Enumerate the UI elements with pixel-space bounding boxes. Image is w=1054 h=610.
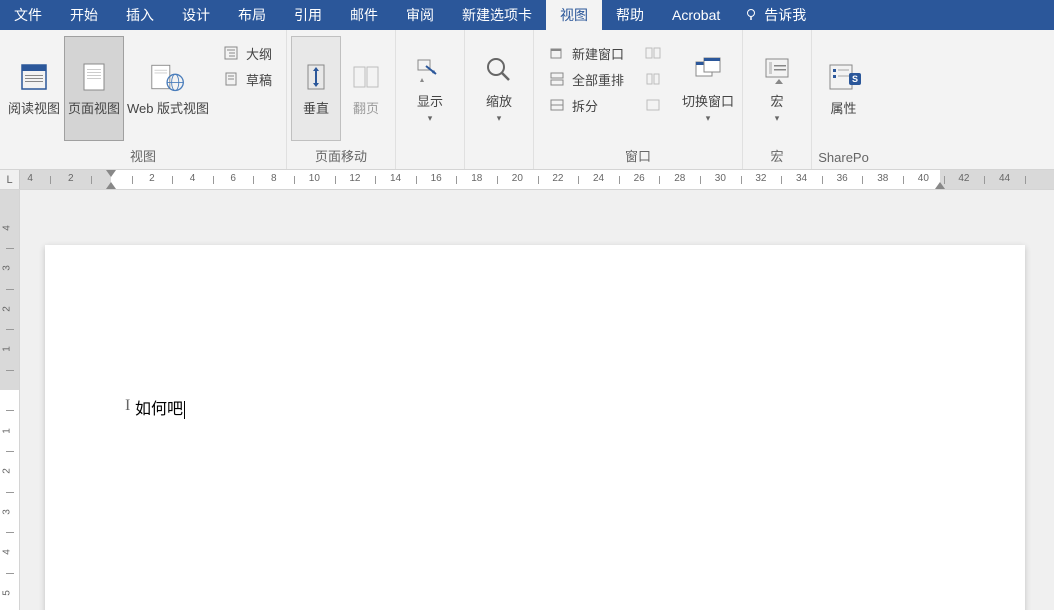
page-view-button[interactable]: 页面视图 xyxy=(64,36,124,141)
menu-mail[interactable]: 邮件 xyxy=(336,0,392,30)
macros-icon xyxy=(759,52,795,88)
macros-group-label: 宏 xyxy=(745,143,809,169)
new-window-icon xyxy=(548,44,566,62)
sync-icon xyxy=(644,70,662,88)
show-group-label xyxy=(398,147,462,169)
outline-icon xyxy=(222,44,240,62)
switch-window-icon xyxy=(690,52,726,88)
properties-icon: S xyxy=(826,59,862,95)
reset-pos-button xyxy=(638,92,674,118)
show-icon xyxy=(412,52,448,88)
ribbon-group-show: 显示 ▾ xyxy=(396,30,465,169)
tellme-label: 告诉我 xyxy=(764,0,806,30)
show-label: 显示 xyxy=(417,94,443,111)
sharepoint-group-label: SharePo xyxy=(814,147,873,169)
split-icon xyxy=(548,96,566,114)
read-view-button[interactable]: 阅读视图 xyxy=(4,36,64,141)
chevron-down-icon: ▾ xyxy=(497,113,502,125)
ribbon-group-zoom: 缩放 ▾ xyxy=(465,30,534,169)
page[interactable]: I 如何吧 xyxy=(45,245,1025,610)
reset-icon xyxy=(644,96,662,114)
outline-button[interactable]: 大纲 xyxy=(216,40,278,66)
chevron-down-icon: ▾ xyxy=(706,113,711,125)
document-text[interactable]: I 如何吧 xyxy=(135,395,935,419)
horizontal-ruler[interactable]: L 42246810121416182022242628303234363840… xyxy=(0,170,1054,190)
menu-layout[interactable]: 布局 xyxy=(224,0,280,30)
ribbon-group-sharepoint: S 属性 SharePo xyxy=(812,30,875,169)
flip-label: 翻页 xyxy=(353,101,379,118)
macros-label: 宏 xyxy=(771,94,784,111)
switch-window-label: 切换窗口 xyxy=(682,94,734,111)
lightbulb-icon xyxy=(744,8,758,22)
arrange-all-label: 全部重排 xyxy=(572,70,624,89)
text-cursor xyxy=(184,401,185,419)
vertical-icon xyxy=(298,59,334,95)
web-view-icon xyxy=(150,59,186,95)
ribbon-group-pagemove: 垂直 翻页 页面移动 xyxy=(287,30,396,169)
doc-content: 如何吧 xyxy=(135,401,183,418)
menu-help[interactable]: 帮助 xyxy=(602,0,658,30)
show-button[interactable]: 显示 ▾ xyxy=(400,36,460,141)
menu-view[interactable]: 视图 xyxy=(546,0,602,30)
switch-window-button[interactable]: 切换窗口 ▾ xyxy=(678,36,738,141)
zoom-icon xyxy=(481,52,517,88)
menu-acrobat[interactable]: Acrobat xyxy=(658,0,734,30)
draft-icon xyxy=(222,70,240,88)
arrange-all-button[interactable]: 全部重排 xyxy=(542,66,630,92)
outline-label: 大纲 xyxy=(246,44,272,63)
view-side-button1 xyxy=(638,40,674,66)
sync-scroll-button xyxy=(638,66,674,92)
menu-newtab[interactable]: 新建选项卡 xyxy=(448,0,546,30)
zoom-group-label xyxy=(467,147,531,169)
new-window-label: 新建窗口 xyxy=(572,44,624,63)
draft-button[interactable]: 草稿 xyxy=(216,66,278,92)
menu-tellme[interactable]: 告诉我 xyxy=(734,0,816,30)
read-view-icon xyxy=(16,59,52,95)
web-view-button[interactable]: Web 版式视图 xyxy=(124,36,212,141)
ruler-h-scale: 4224681012141618202224262830323436384042… xyxy=(20,170,1054,189)
menu-design[interactable]: 设计 xyxy=(168,0,224,30)
tab-selector[interactable]: L xyxy=(0,170,20,190)
ibeam-cursor-icon: I xyxy=(125,397,130,415)
read-view-label: 阅读视图 xyxy=(8,101,60,118)
page-view-icon xyxy=(76,59,112,95)
pagemove-group-label: 页面移动 xyxy=(289,143,393,169)
properties-label: 属性 xyxy=(831,101,857,118)
menu-file[interactable]: 文件 xyxy=(0,0,56,30)
ribbon-group-macros: 宏 ▾ 宏 xyxy=(743,30,812,169)
zoom-button[interactable]: 缩放 ▾ xyxy=(469,36,529,141)
menu-home[interactable]: 开始 xyxy=(56,0,112,30)
ribbon: 阅读视图 页面视图 Web 版式视图 大纲 xyxy=(0,30,1054,170)
split-button[interactable]: 拆分 xyxy=(542,92,630,118)
flip-button: 翻页 xyxy=(341,36,391,141)
vertical-ruler[interactable]: 43211234567 xyxy=(0,190,20,610)
menu-references[interactable]: 引用 xyxy=(280,0,336,30)
chevron-down-icon: ▾ xyxy=(775,113,780,125)
svg-text:S: S xyxy=(852,74,858,84)
workspace: 43211234567 I 如何吧 xyxy=(0,190,1054,610)
ribbon-group-window: 新建窗口 全部重排 拆分 切换窗口 xyxy=(534,30,743,169)
side-icon xyxy=(644,44,662,62)
vertical-label: 垂直 xyxy=(303,101,329,118)
split-label: 拆分 xyxy=(572,96,598,115)
flip-icon xyxy=(348,59,384,95)
vertical-button[interactable]: 垂直 xyxy=(291,36,341,141)
chevron-down-icon: ▾ xyxy=(428,113,433,125)
views-group-label: 视图 xyxy=(2,143,284,169)
new-window-button[interactable]: 新建窗口 xyxy=(542,40,630,66)
menu-insert[interactable]: 插入 xyxy=(112,0,168,30)
document-area[interactable]: I 如何吧 xyxy=(20,190,1054,610)
draft-label: 草稿 xyxy=(246,70,272,89)
properties-button[interactable]: S 属性 xyxy=(816,36,871,141)
web-view-label: Web 版式视图 xyxy=(127,101,209,118)
menu-review[interactable]: 审阅 xyxy=(392,0,448,30)
arrange-all-icon xyxy=(548,70,566,88)
ribbon-group-views: 阅读视图 页面视图 Web 版式视图 大纲 xyxy=(0,30,287,169)
page-view-label: 页面视图 xyxy=(68,101,120,118)
macros-button[interactable]: 宏 ▾ xyxy=(747,36,807,141)
window-group-label: 窗口 xyxy=(536,143,740,169)
zoom-label: 缩放 xyxy=(486,94,512,111)
menu-bar: 文件 开始 插入 设计 布局 引用 邮件 审阅 新建选项卡 视图 帮助 Acro… xyxy=(0,0,1054,30)
